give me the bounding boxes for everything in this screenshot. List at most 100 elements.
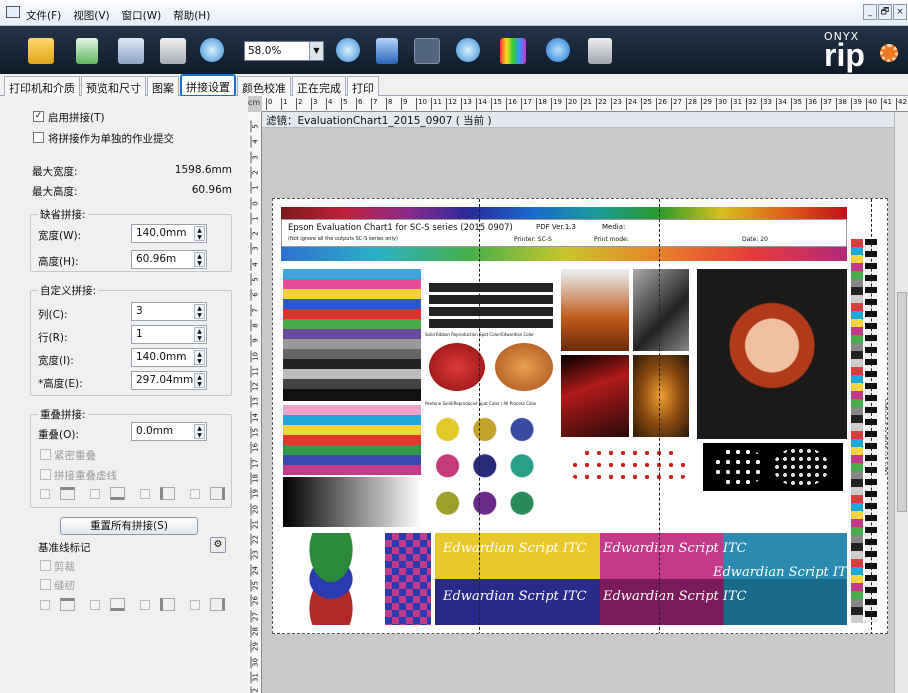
spinner-icon[interactable]: ▲ ▼ xyxy=(194,424,205,439)
color-grid-icon[interactable] xyxy=(500,38,526,64)
ruler-tick: 35 xyxy=(791,98,802,110)
overlap-dashed-label: 拼接重叠虚线 xyxy=(54,470,117,482)
reset-all-tiling-button[interactable]: 重置所有拼接(S) xyxy=(60,517,198,535)
restore-button[interactable]: 🗗 xyxy=(878,4,892,20)
tab-color-calibration[interactable]: 颜色校准 xyxy=(237,76,291,96)
open-folder-icon[interactable] xyxy=(28,38,54,64)
max-height-value: 60.96m xyxy=(191,184,232,196)
spinner-icon[interactable]: ▲ ▼ xyxy=(194,226,205,241)
spinner-icon[interactable]: ▲ ▼ xyxy=(194,350,205,365)
print-queue-icon[interactable] xyxy=(588,38,612,64)
tab-finishing[interactable]: 正在完成 xyxy=(292,76,346,96)
toolbar: 58.0% ▼ ONYX rip xyxy=(0,26,908,74)
ruler-tick: 3 xyxy=(250,151,260,164)
horizontal-ruler[interactable]: 0 1 2 3 4 5 6 7 8 9 10 11 12 13 14 15 16 17 18 19 20 21 22 23 24… xyxy=(262,96,908,112)
printer-icon[interactable] xyxy=(160,38,186,64)
close-button[interactable]: × xyxy=(893,4,907,20)
ruler-tick: 29 xyxy=(701,98,712,110)
spinner-icon[interactable]: ▲ ▼ xyxy=(194,327,205,342)
ruler-tick: 42 xyxy=(896,98,907,110)
crop-icon[interactable] xyxy=(414,38,440,64)
ruler-tick: 21 xyxy=(250,518,260,531)
red-abstract-photo xyxy=(561,355,629,437)
tight-overlap-checkbox[interactable] xyxy=(40,449,51,460)
info-icon[interactable] xyxy=(546,38,570,62)
zoom-select[interactable]: 58.0% ▼ xyxy=(244,41,324,61)
logo-brand-main: rip xyxy=(824,37,865,73)
overlap-title: 重叠拼接: xyxy=(38,407,88,422)
mark-bottom-checkbox[interactable] xyxy=(90,600,100,610)
rows-label: 行(R): xyxy=(38,332,68,344)
ruler-tick: 16 xyxy=(506,98,517,110)
ruler-tick: 5 xyxy=(250,120,260,133)
ruler-tick: 7 xyxy=(371,98,377,110)
tab-print[interactable]: 打印 xyxy=(347,76,379,96)
cut-checkbox[interactable] xyxy=(40,560,51,571)
chart-printer: Printer: SC-S xyxy=(514,236,552,243)
tab-tiling[interactable]: 拼接设置 xyxy=(180,74,236,97)
ruler-tick: 14 xyxy=(476,98,487,110)
mark-top-checkbox[interactable] xyxy=(40,600,50,610)
default-width-value: 140.0mm xyxy=(136,227,187,239)
zoom-icon[interactable] xyxy=(200,38,224,62)
max-width-label: 最大宽度: xyxy=(32,166,78,178)
sew-checkbox[interactable] xyxy=(40,579,51,590)
spinner-icon[interactable]: ▲ ▼ xyxy=(194,373,205,388)
page-icon[interactable] xyxy=(376,38,398,64)
edge-bottom-icon xyxy=(110,487,125,500)
gray-ramp xyxy=(283,477,421,527)
mark-left-checkbox[interactable] xyxy=(140,600,150,610)
mark-bottom-icon xyxy=(110,598,125,611)
ruler-tick: 0 xyxy=(250,197,260,209)
spinner-icon[interactable]: ▲ ▼ xyxy=(194,252,205,267)
tab-printer-media[interactable]: 打印机和介质 xyxy=(4,76,80,96)
color-stripe-swatches xyxy=(283,269,421,401)
print-preview-page: Epson Evaluation Chart1 for SC-S series … xyxy=(272,198,888,634)
ruler-tick: 18 xyxy=(536,98,547,110)
cols-input[interactable]: 3 ▲ ▼ xyxy=(131,302,207,321)
ruler-tick: 9 xyxy=(250,334,260,347)
zoom-in-icon[interactable] xyxy=(336,38,360,62)
menu-file[interactable]: 文件(F) xyxy=(26,8,61,23)
tab-preview-size[interactable]: 预览和尺寸 xyxy=(81,76,146,96)
separate-job-checkbox[interactable] xyxy=(33,132,44,143)
overlap-input[interactable]: 0.0mm ▲ ▼ xyxy=(131,422,207,441)
mark-right-icon xyxy=(210,598,225,611)
zoom-out-icon[interactable] xyxy=(456,38,480,62)
minimize-button[interactable]: _ xyxy=(863,4,877,20)
menu-help[interactable]: 帮助(H) xyxy=(173,8,210,23)
ruler-tick: 21 xyxy=(581,98,592,110)
chevron-down-icon[interactable]: ▼ xyxy=(309,42,323,60)
custom-height-input[interactable]: 297.04mm ▲ ▼ xyxy=(131,371,207,390)
vertical-ruler[interactable]: 5 4 3 2 1 0 1 2 3 4 5 6 7 8 9 10 11 12 13 14 15 16 17 18 19 20 21 2… xyxy=(248,112,262,693)
edge-left-checkbox[interactable] xyxy=(140,489,150,499)
menu-view[interactable]: 视图(V) xyxy=(73,8,109,23)
document-icon[interactable] xyxy=(76,38,98,64)
default-width-input[interactable]: 140.0mm ▲ ▼ xyxy=(131,224,207,243)
vertical-scrollbar[interactable] xyxy=(894,112,908,693)
default-height-input[interactable]: 60.96m ▲ ▼ xyxy=(131,250,207,269)
tab-pattern[interactable]: 图案 xyxy=(147,76,179,96)
ruler-tick: 16 xyxy=(250,441,260,454)
scrollbar-thumb[interactable] xyxy=(897,292,907,512)
overlap-dashed-checkbox[interactable] xyxy=(40,469,51,480)
gear-icon[interactable]: ⚙ xyxy=(210,537,226,553)
gear-icon xyxy=(880,44,898,62)
ruler-tick: 2 xyxy=(250,227,260,240)
preview-area[interactable]: cm 0 1 2 3 4 5 6 7 8 9 10 11 12 13 14 15 16 17 18 19 20 21 22 2… xyxy=(248,96,908,693)
spinner-icon[interactable]: ▲ ▼ xyxy=(194,304,205,319)
edge-top-icon xyxy=(60,487,75,500)
menu-window[interactable]: 窗口(W) xyxy=(122,8,162,23)
ribbon-discs xyxy=(281,533,381,625)
custom-width-input[interactable]: 140.0mm ▲ ▼ xyxy=(131,348,207,367)
gray-lace-pattern xyxy=(773,447,829,487)
enable-tiling-checkbox[interactable]: ✓ xyxy=(33,111,44,122)
edge-top-checkbox[interactable] xyxy=(40,489,50,499)
cut-label: 剪裁 xyxy=(54,561,75,573)
rows-input[interactable]: 1 ▲ ▼ xyxy=(131,325,207,344)
edge-right-checkbox[interactable] xyxy=(190,489,200,499)
mark-right-checkbox[interactable] xyxy=(190,600,200,610)
save-icon[interactable] xyxy=(118,38,144,64)
edge-bottom-checkbox[interactable] xyxy=(90,489,100,499)
ruler-tick: 39 xyxy=(851,98,862,110)
